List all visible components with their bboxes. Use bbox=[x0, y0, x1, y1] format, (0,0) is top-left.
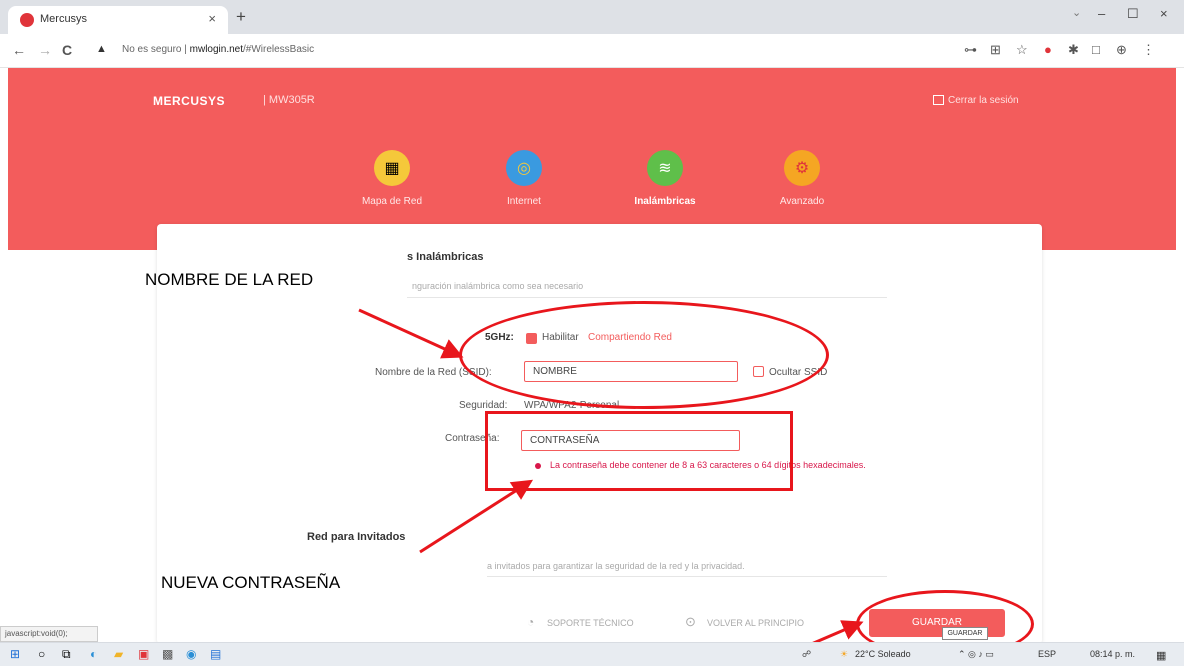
weather-text[interactable]: 22°C Soleado bbox=[855, 649, 911, 659]
file-explorer-icon[interactable]: ▰ bbox=[114, 647, 123, 661]
windows-taskbar: ⊞ ○ ⧉ ◐ ▰ ▣ ▩ ◉ ▤ ☍ ☀ 22°C Soleado ⌃ ◎ ♪… bbox=[0, 642, 1184, 666]
word-icon[interactable]: ▤ bbox=[210, 647, 221, 661]
chrome-icon[interactable]: ◉ bbox=[186, 647, 196, 661]
weather-icon: ☀ bbox=[840, 649, 849, 659]
person-icon[interactable]: ☍ bbox=[802, 649, 811, 660]
search-icon[interactable]: ○ bbox=[38, 647, 45, 661]
windows-start-icon[interactable]: ⊞ bbox=[10, 647, 20, 661]
arrow-to-password bbox=[419, 479, 534, 554]
task-view-icon[interactable]: ⧉ bbox=[62, 647, 71, 662]
store-icon[interactable]: ▩ bbox=[162, 647, 173, 661]
edge-icon[interactable]: ◐ bbox=[90, 647, 97, 661]
clock[interactable]: 08:14 p. m. bbox=[1090, 649, 1135, 659]
arrow-to-ssid bbox=[358, 308, 464, 359]
language-indicator[interactable]: ESP bbox=[1038, 649, 1056, 659]
app-icon[interactable]: ▣ bbox=[138, 647, 149, 661]
tray-icons[interactable]: ⌃ ◎ ♪ ▭ bbox=[958, 649, 994, 660]
annotation-arrows bbox=[358, 308, 864, 666]
notifications-icon[interactable]: ▦ bbox=[1156, 649, 1166, 662]
